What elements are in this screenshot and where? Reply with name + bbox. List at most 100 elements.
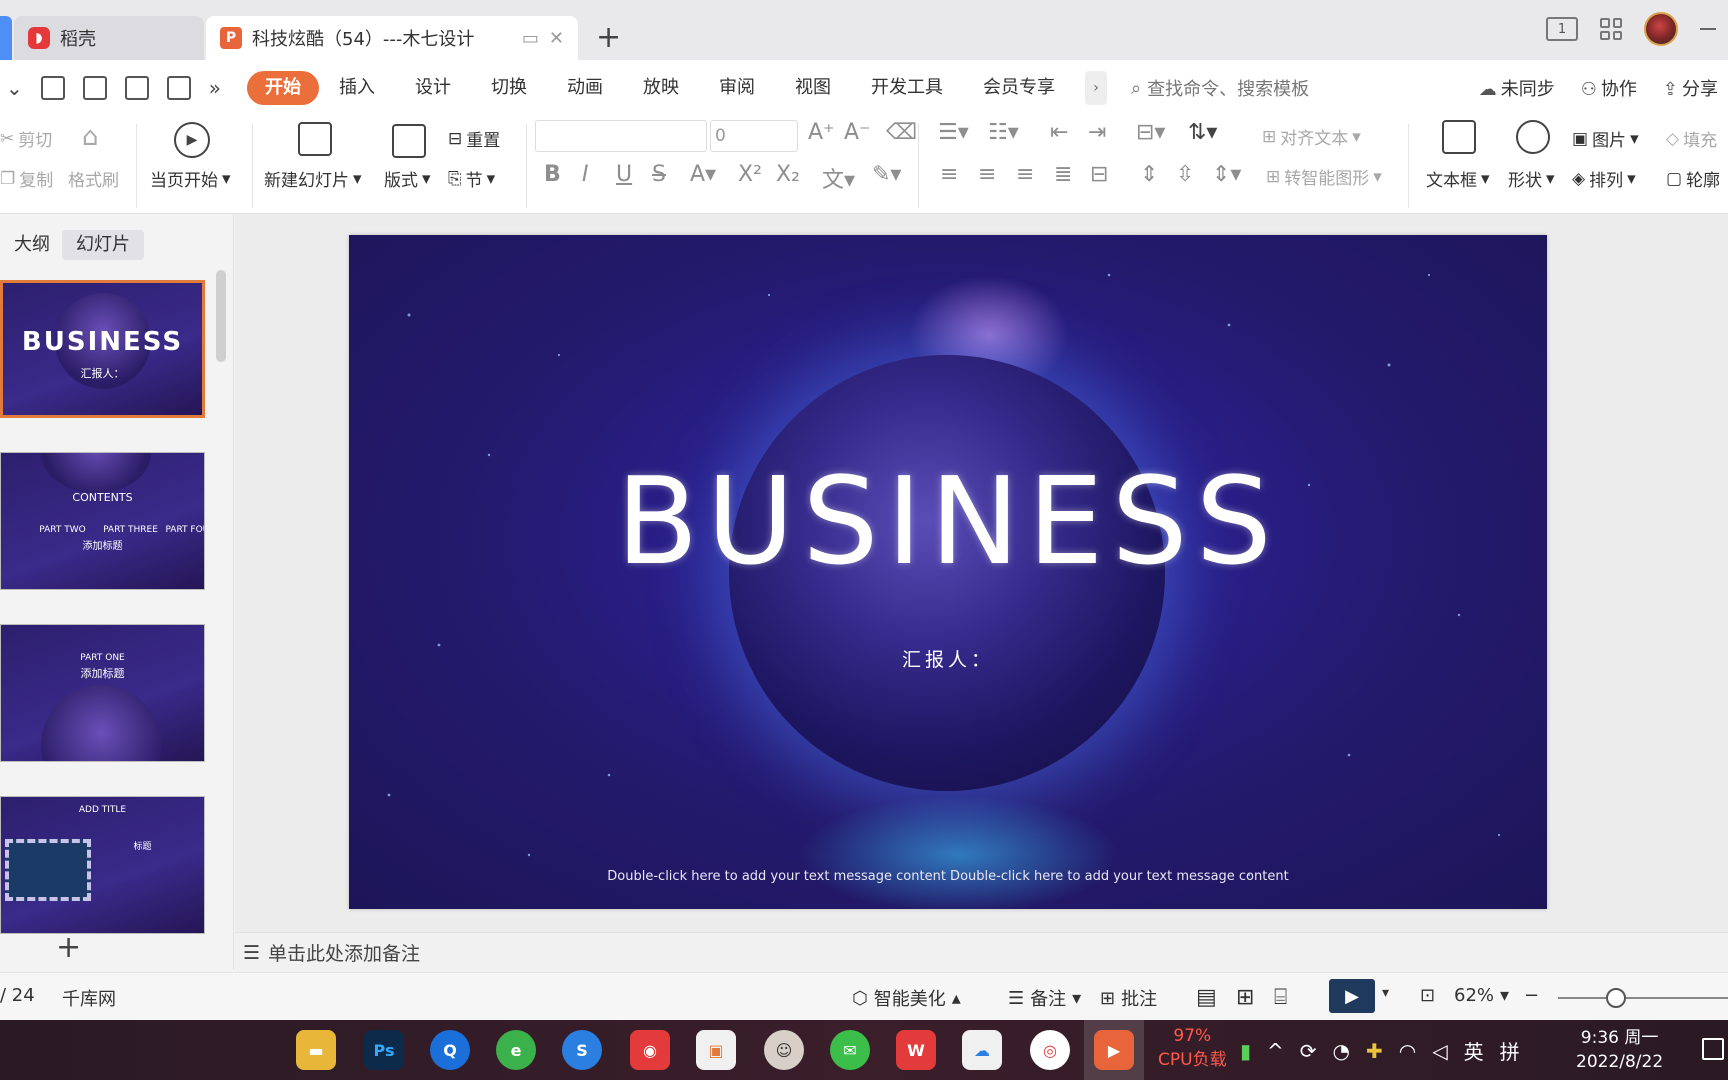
- ime-lang[interactable]: 英: [1464, 1036, 1484, 1065]
- file-explorer-icon[interactable]: ▬: [296, 1030, 336, 1070]
- float-window-icon[interactable]: ▭: [522, 28, 539, 49]
- underline-icon[interactable]: U: [616, 162, 632, 187]
- tab-home[interactable]: 开始: [247, 71, 320, 105]
- align-right-icon[interactable]: ≡: [1016, 162, 1034, 187]
- share-button[interactable]: ⇪ 分享: [1663, 75, 1718, 101]
- apps-grid-icon[interactable]: [1600, 18, 1622, 40]
- user-photo-icon[interactable]: ☺: [764, 1030, 804, 1070]
- zoom-slider-handle[interactable]: [1606, 988, 1626, 1008]
- tray-expand-icon[interactable]: ^: [1267, 1039, 1284, 1063]
- comment-button[interactable]: ⊞ 批注: [1100, 985, 1157, 1011]
- save-icon[interactable]: [40, 76, 65, 100]
- normal-view-icon[interactable]: ▤: [1196, 985, 1217, 1010]
- spacing-dropdown-icon[interactable]: ⇕▾: [1212, 162, 1241, 187]
- decrease-font-icon[interactable]: A⁻: [844, 120, 871, 145]
- tab-review[interactable]: 审阅: [699, 71, 775, 105]
- zoom-slider-track[interactable]: [1558, 997, 1728, 999]
- textbox-button[interactable]: 文本框 ▾: [1426, 166, 1490, 192]
- text-direction-icon[interactable]: ⊟▾: [1136, 120, 1165, 145]
- new-slide-icon[interactable]: [298, 122, 332, 156]
- copy-button[interactable]: ❐ 复制: [0, 166, 53, 192]
- tab-outline[interactable]: 大纲: [0, 230, 64, 260]
- cpu-monitor[interactable]: 97% CPU负载: [1158, 1024, 1227, 1072]
- distribute-icon[interactable]: ⊟: [1090, 162, 1108, 187]
- tab-daoke[interactable]: ◗ 稻壳: [14, 16, 204, 60]
- slide-thumbnail-2[interactable]: CONTENTS PART TWO PART THREE PART FOUR 添…: [0, 452, 205, 590]
- more-quick-icon[interactable]: »: [209, 76, 221, 100]
- bullet-list-icon[interactable]: ☰▾: [938, 120, 969, 145]
- increase-indent-icon[interactable]: ⇥: [1088, 120, 1106, 145]
- bold-icon[interactable]: B: [544, 162, 561, 187]
- align-text-button[interactable]: ⊞ 对齐文本 ▾: [1262, 124, 1361, 150]
- baidu-netdisk-icon[interactable]: ☁: [962, 1030, 1002, 1070]
- command-search[interactable]: ⌕ 查找命令、搜索模板: [1131, 75, 1309, 101]
- superscript-icon[interactable]: X²: [738, 162, 762, 187]
- outline-button[interactable]: ▢ 轮廓: [1666, 166, 1720, 192]
- play-slideshow-button[interactable]: ▶: [1329, 979, 1375, 1013]
- justify-icon[interactable]: ≣: [1054, 162, 1072, 187]
- strikethrough-icon[interactable]: S: [652, 162, 666, 187]
- cut-button[interactable]: ✂ 剪切: [0, 126, 52, 152]
- slide-canvas[interactable]: BUSINESS 汇报人： Double-click here to add y…: [349, 235, 1547, 909]
- presenter-icon[interactable]: ▣: [696, 1030, 736, 1070]
- fill-button[interactable]: ◇ 填充: [1666, 126, 1717, 152]
- align-center-icon[interactable]: ≡: [978, 162, 996, 187]
- play-icon[interactable]: ▶: [174, 122, 210, 158]
- slide-thumbnail-3[interactable]: PART ONE 添加标题: [0, 624, 205, 762]
- fit-window-icon[interactable]: ⊡: [1420, 985, 1435, 1006]
- tab-transition[interactable]: 切换: [471, 71, 547, 105]
- qq-icon[interactable]: ◔: [1333, 1039, 1350, 1063]
- slides-scrollbar[interactable]: [216, 270, 226, 362]
- picture-button[interactable]: ▣ 图片 ▾: [1572, 126, 1639, 152]
- increase-font-icon[interactable]: A⁺: [808, 120, 835, 145]
- collab-button[interactable]: ⚇ 协作: [1581, 75, 1637, 101]
- sync-button[interactable]: ☁ 未同步: [1479, 75, 1555, 101]
- textbox-icon[interactable]: [1442, 120, 1476, 154]
- chrome-icon[interactable]: ◎: [1030, 1030, 1070, 1070]
- window-mode-icon[interactable]: 1: [1546, 17, 1578, 41]
- wps-presentation-icon[interactable]: ▶: [1094, 1030, 1134, 1070]
- arrange-button[interactable]: ◈ 排列 ▾: [1572, 166, 1636, 192]
- wps-icon[interactable]: W: [896, 1030, 936, 1070]
- tab-insert[interactable]: 插入: [319, 71, 395, 105]
- highlight-icon[interactable]: ✎▾: [872, 162, 901, 187]
- slide-reporter[interactable]: 汇报人：: [349, 645, 1547, 672]
- volume-icon[interactable]: ◁: [1432, 1039, 1447, 1063]
- subscript-icon[interactable]: X₂: [776, 162, 800, 187]
- minimize-icon[interactable]: [1700, 28, 1716, 30]
- slide-thumbnail-1[interactable]: BUSINESS 汇报人：: [0, 280, 205, 418]
- notes-toggle-button[interactable]: ☰ 备注 ▾: [1008, 985, 1081, 1011]
- new-tab-button[interactable]: +: [596, 20, 621, 55]
- beautify-button[interactable]: ⬡ 智能美化 ▴: [852, 985, 961, 1011]
- shape-icon[interactable]: [1516, 120, 1550, 154]
- slide-footer-text[interactable]: Double-click here to add your text messa…: [349, 869, 1547, 884]
- browser-e-icon[interactable]: e: [496, 1030, 536, 1070]
- sort-icon[interactable]: ⇅▾: [1188, 120, 1217, 145]
- notification-icon[interactable]: [1702, 1038, 1724, 1060]
- export-icon[interactable]: [82, 76, 107, 100]
- chevron-down-icon[interactable]: ⌄: [6, 76, 23, 100]
- clock[interactable]: 9:36 周一 2022/8/22: [1576, 1026, 1663, 1074]
- slide-sorter-icon[interactable]: ⊞: [1236, 985, 1254, 1010]
- add-slide-button[interactable]: +: [56, 930, 81, 965]
- eraser-icon[interactable]: ⌫: [886, 120, 917, 145]
- photoshop-icon[interactable]: Ps: [364, 1030, 404, 1070]
- align-left-icon[interactable]: ≡: [940, 162, 958, 187]
- font-color-icon[interactable]: A▾: [690, 162, 716, 187]
- print-preview-icon[interactable]: [166, 76, 191, 100]
- avatar[interactable]: [1644, 12, 1678, 46]
- start-current-button[interactable]: 当页开始 ▾: [150, 166, 231, 192]
- tab-slides[interactable]: 幻灯片: [62, 230, 144, 260]
- zoom-out-icon[interactable]: −: [1524, 985, 1539, 1006]
- font-size-select[interactable]: 0: [710, 120, 798, 152]
- print-icon[interactable]: [124, 76, 149, 100]
- sogou-icon[interactable]: S: [562, 1030, 602, 1070]
- wifi-icon[interactable]: ◠: [1399, 1039, 1416, 1063]
- close-tab-icon[interactable]: ✕: [549, 28, 564, 49]
- slide-title[interactable]: BUSINESS: [349, 453, 1547, 592]
- zoom-select[interactable]: 62% ▾: [1454, 985, 1509, 1006]
- notes-bar[interactable]: ☰ 单击此处添加备注: [235, 932, 1728, 972]
- netease-music-icon[interactable]: ◉: [630, 1030, 670, 1070]
- reading-view-icon[interactable]: ⌸: [1274, 985, 1287, 1010]
- section-button[interactable]: ⎘ 节 ▾: [448, 166, 495, 192]
